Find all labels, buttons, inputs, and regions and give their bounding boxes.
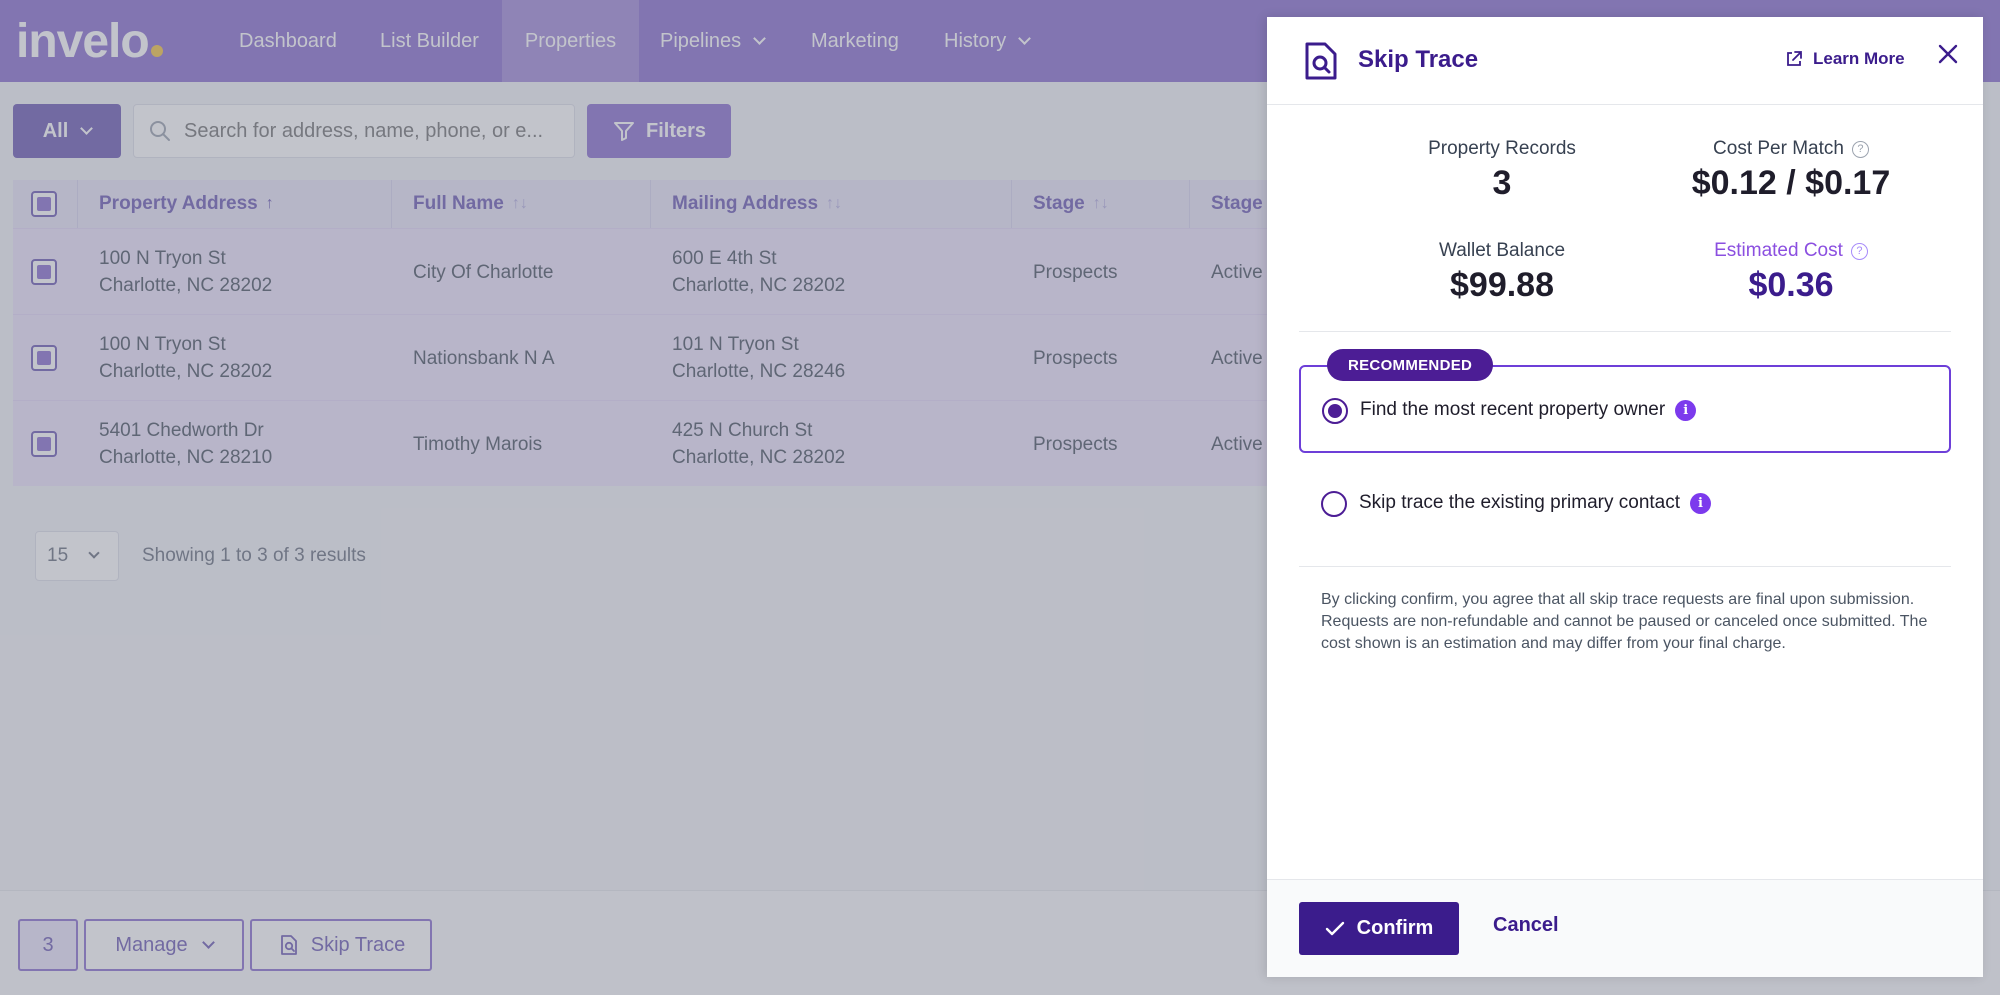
wallet-balance-label: Wallet Balance [1438,240,1566,261]
external-link-icon [1787,51,1802,66]
info-icon[interactable]: i [1690,492,1712,514]
property-records-value: 3 [1492,164,1512,202]
radio-primary-contact[interactable] [1321,491,1347,517]
option-primary-contact-label: Skip trace the existing primary contact [1359,492,1681,513]
property-records-label: Property Records [1428,138,1576,159]
disclaimer-text: By clicking confirm, you agree that all … [1321,591,1928,652]
recommended-badge: RECOMMENDED [1327,349,1494,381]
cost-per-match-label: Cost Per Match? [1651,138,1931,160]
estimated-cost-label: Estimated Cost? [1651,240,1931,262]
confirm-label: Confirm [1356,917,1434,939]
learn-more-link[interactable]: Learn More [1785,49,1905,69]
wallet-balance-value: $99.88 [1450,266,1554,304]
info-icon[interactable]: i [1675,399,1697,421]
learn-more-label: Learn More [1813,49,1905,68]
skip-trace-panel: Skip Trace Learn More Property Records 3… [1267,17,1983,977]
property-records-stat: Property Records 3 [1367,138,1637,203]
panel-title: Skip Trace [1358,46,1479,73]
help-circle-icon[interactable]: ? [1851,140,1869,158]
check-icon [1325,921,1344,935]
confirm-button[interactable]: Confirm [1299,902,1459,955]
cancel-button[interactable]: Cancel [1493,914,1559,937]
cost-per-match-value: $0.12 / $0.17 [1691,164,1891,202]
skip-trace-icon [1305,42,1337,80]
option-recent-owner-text: Find the most recent property owner i [1360,399,1697,421]
section-divider [1299,331,1951,332]
help-circle-icon[interactable]: ? [1850,242,1868,260]
estimated-cost-stat: Estimated Cost? $0.36 [1651,240,1931,305]
panel-header: Skip Trace Learn More [1267,17,1983,105]
cost-per-match-stat: Cost Per Match? $0.12 / $0.17 [1651,138,1931,203]
option-recent-owner-label: Find the most recent property owner [1360,399,1666,420]
wallet-balance-stat: Wallet Balance $99.88 [1367,240,1637,305]
estimated-cost-value: $0.36 [1748,266,1834,304]
close-icon[interactable] [1935,41,1961,67]
radio-recent-owner[interactable] [1322,398,1348,424]
section-divider [1299,566,1951,567]
option-primary-contact-text[interactable]: Skip trace the existing primary contact … [1359,492,1712,514]
